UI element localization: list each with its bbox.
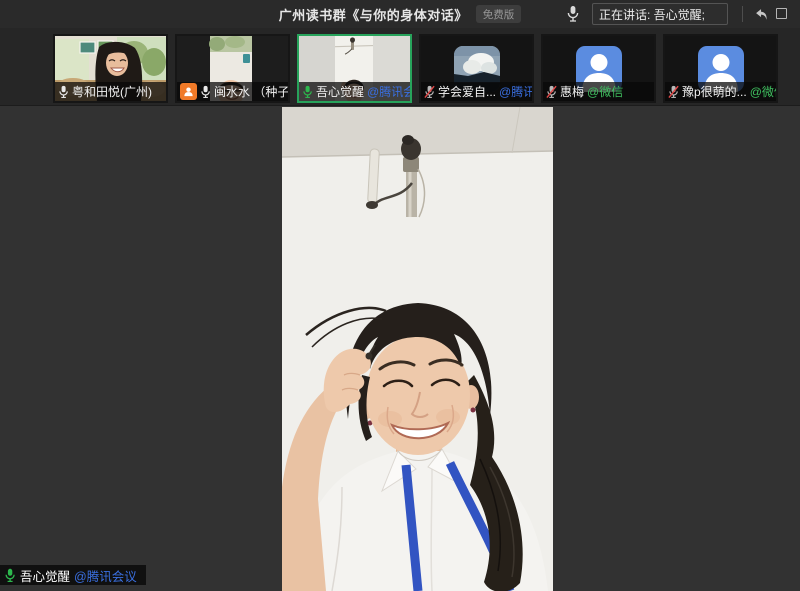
restore-window-button[interactable] <box>776 8 787 19</box>
participant-thumbnail-5[interactable]: 惠梅 @微信 <box>541 34 656 103</box>
speaker-video-illustration <box>282 107 553 591</box>
back-arrow-icon <box>754 8 769 21</box>
free-version-badge: 免费版 <box>476 5 522 23</box>
speaker-platform: @腾讯会议 <box>74 566 137 585</box>
main-stage: 吾心觉醒 @腾讯会议 <box>0 106 800 591</box>
participant-platform: @微信 <box>750 83 776 100</box>
meeting-title: 广州读书群《与你的身体对话》 <box>279 5 468 24</box>
person-app-badge-icon <box>180 83 197 100</box>
title-group: 广州读书群《与你的身体对话》 免费版 <box>279 5 522 24</box>
participant-platform: @腾讯会议 <box>367 83 410 100</box>
now-speaking-indicator: 正在讲话: 吾心觉醒; <box>592 3 728 25</box>
participant-strip: 粤和田悦(广州) <box>0 28 800 106</box>
participant-label-6: 豫p很萌的... @微信 <box>665 82 776 101</box>
participant-label-3: 吾心觉醒 @腾讯会议 <box>299 82 410 101</box>
participant-name: 学会爱自... <box>438 83 496 100</box>
mic-on-icon <box>200 85 211 99</box>
mic-muted-icon <box>668 85 679 99</box>
mic-muted-icon <box>546 85 557 99</box>
participant-thumbnail-6[interactable]: 豫p很萌的... @微信 <box>663 34 778 103</box>
participant-label-4: 学会爱自... @腾讯... <box>421 82 532 101</box>
mic-on-icon <box>58 85 69 99</box>
participant-label-2: 闽水水 （种子... <box>177 82 288 101</box>
mic-speaking-icon <box>302 85 313 99</box>
participant-name: 粤和田悦(广州) <box>72 83 152 100</box>
mic-icon <box>566 5 580 23</box>
meeting-window: 广州读书群《与你的身体对话》 免费版 正在讲话: 吾心觉醒; <box>0 0 800 591</box>
participant-name: 惠梅 <box>560 83 584 100</box>
participant-thumbnail-1[interactable]: 粤和田悦(广州) <box>53 34 168 103</box>
participant-thumbnail-3[interactable]: 吾心觉醒 @腾讯会议 <box>297 34 412 103</box>
participant-name: 豫p很萌的... <box>682 83 747 100</box>
participant-platform: @腾讯... <box>499 83 532 100</box>
participant-platform: @微信 <box>587 83 623 100</box>
speaker-video <box>282 107 553 591</box>
participant-thumbnail-4[interactable]: 学会爱自... @腾讯... <box>419 34 534 103</box>
titlebar: 广州读书群《与你的身体对话》 免费版 正在讲话: 吾心觉醒; <box>0 0 800 28</box>
back-arrow-button[interactable] <box>752 7 770 21</box>
participant-label-5: 惠梅 @微信 <box>543 82 654 101</box>
mic-muted-icon <box>424 85 435 99</box>
speaker-name: 吾心觉醒 <box>20 566 70 585</box>
active-speaker-label: 吾心觉醒 @腾讯会议 <box>0 565 146 585</box>
titlebar-divider <box>742 6 743 22</box>
mic-speaking-icon <box>4 568 16 583</box>
participant-label-1: 粤和田悦(广州) <box>55 82 166 101</box>
participant-name: 吾心觉醒 <box>316 83 364 100</box>
participant-name: 闽水水 （种子... <box>214 83 288 100</box>
participant-thumbnail-2[interactable]: 闽水水 （种子... <box>175 34 290 103</box>
